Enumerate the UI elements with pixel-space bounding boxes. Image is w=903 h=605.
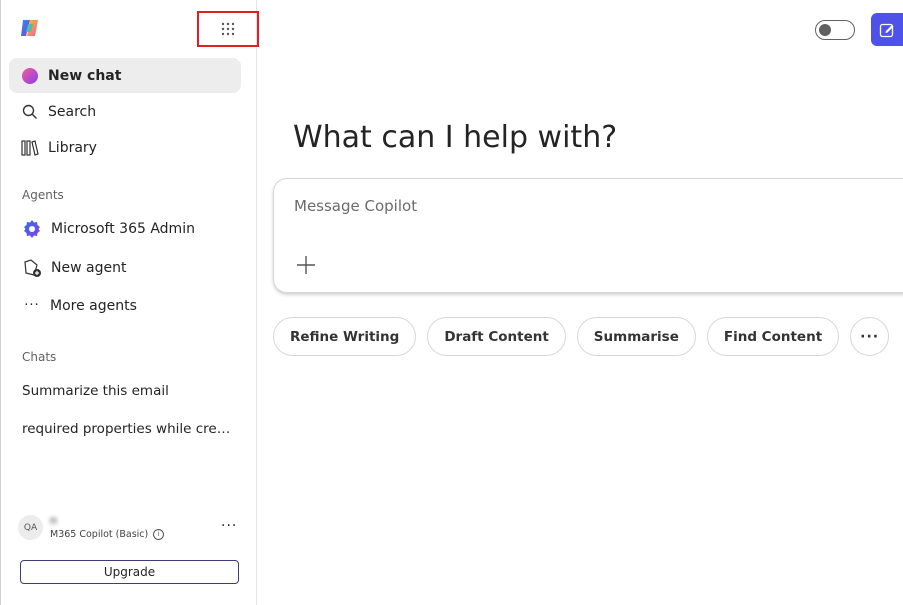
avatar: QA [18,515,43,540]
agent-label: More agents [50,297,137,314]
chip-summarise[interactable]: Summarise [576,317,696,356]
chip-refine-writing[interactable]: Refine Writing [273,317,417,356]
add-attachment-button[interactable] [294,253,318,277]
nav-label: Search [48,103,97,120]
new-agent-icon [22,258,42,278]
copilot-chat-icon [21,67,39,85]
web-work-toggle[interactable] [815,20,855,40]
upgrade-button[interactable]: Upgrade [20,560,239,584]
library-icon [21,139,39,157]
user-name: n [50,514,57,527]
chip-draft-content[interactable]: Draft Content [427,317,566,356]
user-plan-label: M365 Copilot (Basic) [50,529,149,540]
page-title: What can I help with? [293,120,618,155]
nav-new-chat[interactable]: New chat [9,58,241,93]
new-chat-button[interactable] [871,13,903,46]
compose-icon [879,23,894,37]
toggle-knob [819,23,831,36]
more-prompts-button[interactable]: ··· [850,317,890,356]
more-options-icon[interactable]: ··· [221,518,237,534]
search-icon [21,103,39,121]
chip-find-content[interactable]: Find Content [706,317,840,356]
agents-section-label: Agents [22,188,64,202]
nav-label: Library [48,139,97,156]
message-composer[interactable] [273,178,903,293]
agent-new-agent[interactable]: New agent [9,250,241,285]
info-icon[interactable]: i [153,529,165,540]
nav-library[interactable]: Library [9,130,241,165]
chats-section-label: Chats [22,350,57,364]
chat-item[interactable]: Summarize this email [22,383,237,399]
user-plan: M365 Copilot (Basic) i [50,529,165,540]
nav-label: New chat [48,67,122,84]
message-input[interactable] [294,197,794,215]
chat-item[interactable]: required properties while creat... [22,421,237,437]
more-horizontal-icon: ··· [24,298,40,313]
waffle-grid-icon [221,22,235,36]
agent-label: New agent [51,259,127,276]
sidebar: New chat Search Library Agents Microsoft… [0,0,259,605]
plus-icon [297,256,315,274]
agent-microsoft-365-admin[interactable]: Microsoft 365 Admin [9,211,241,246]
user-account[interactable]: QA n M365 Copilot (Basic) i ··· [18,514,243,544]
agent-label: Microsoft 365 Admin [51,220,195,237]
main-panel: What can I help with? Refine Writing Dra… [257,0,903,605]
copilot-logo-icon[interactable] [19,17,41,39]
m365-admin-gear-icon [22,219,42,239]
prompt-suggestions: Refine Writing Draft Content Summarise F… [273,317,890,356]
nav-search[interactable]: Search [9,94,241,129]
app-launcher-button[interactable] [197,11,259,47]
agent-more-agents[interactable]: ··· More agents [9,288,241,323]
